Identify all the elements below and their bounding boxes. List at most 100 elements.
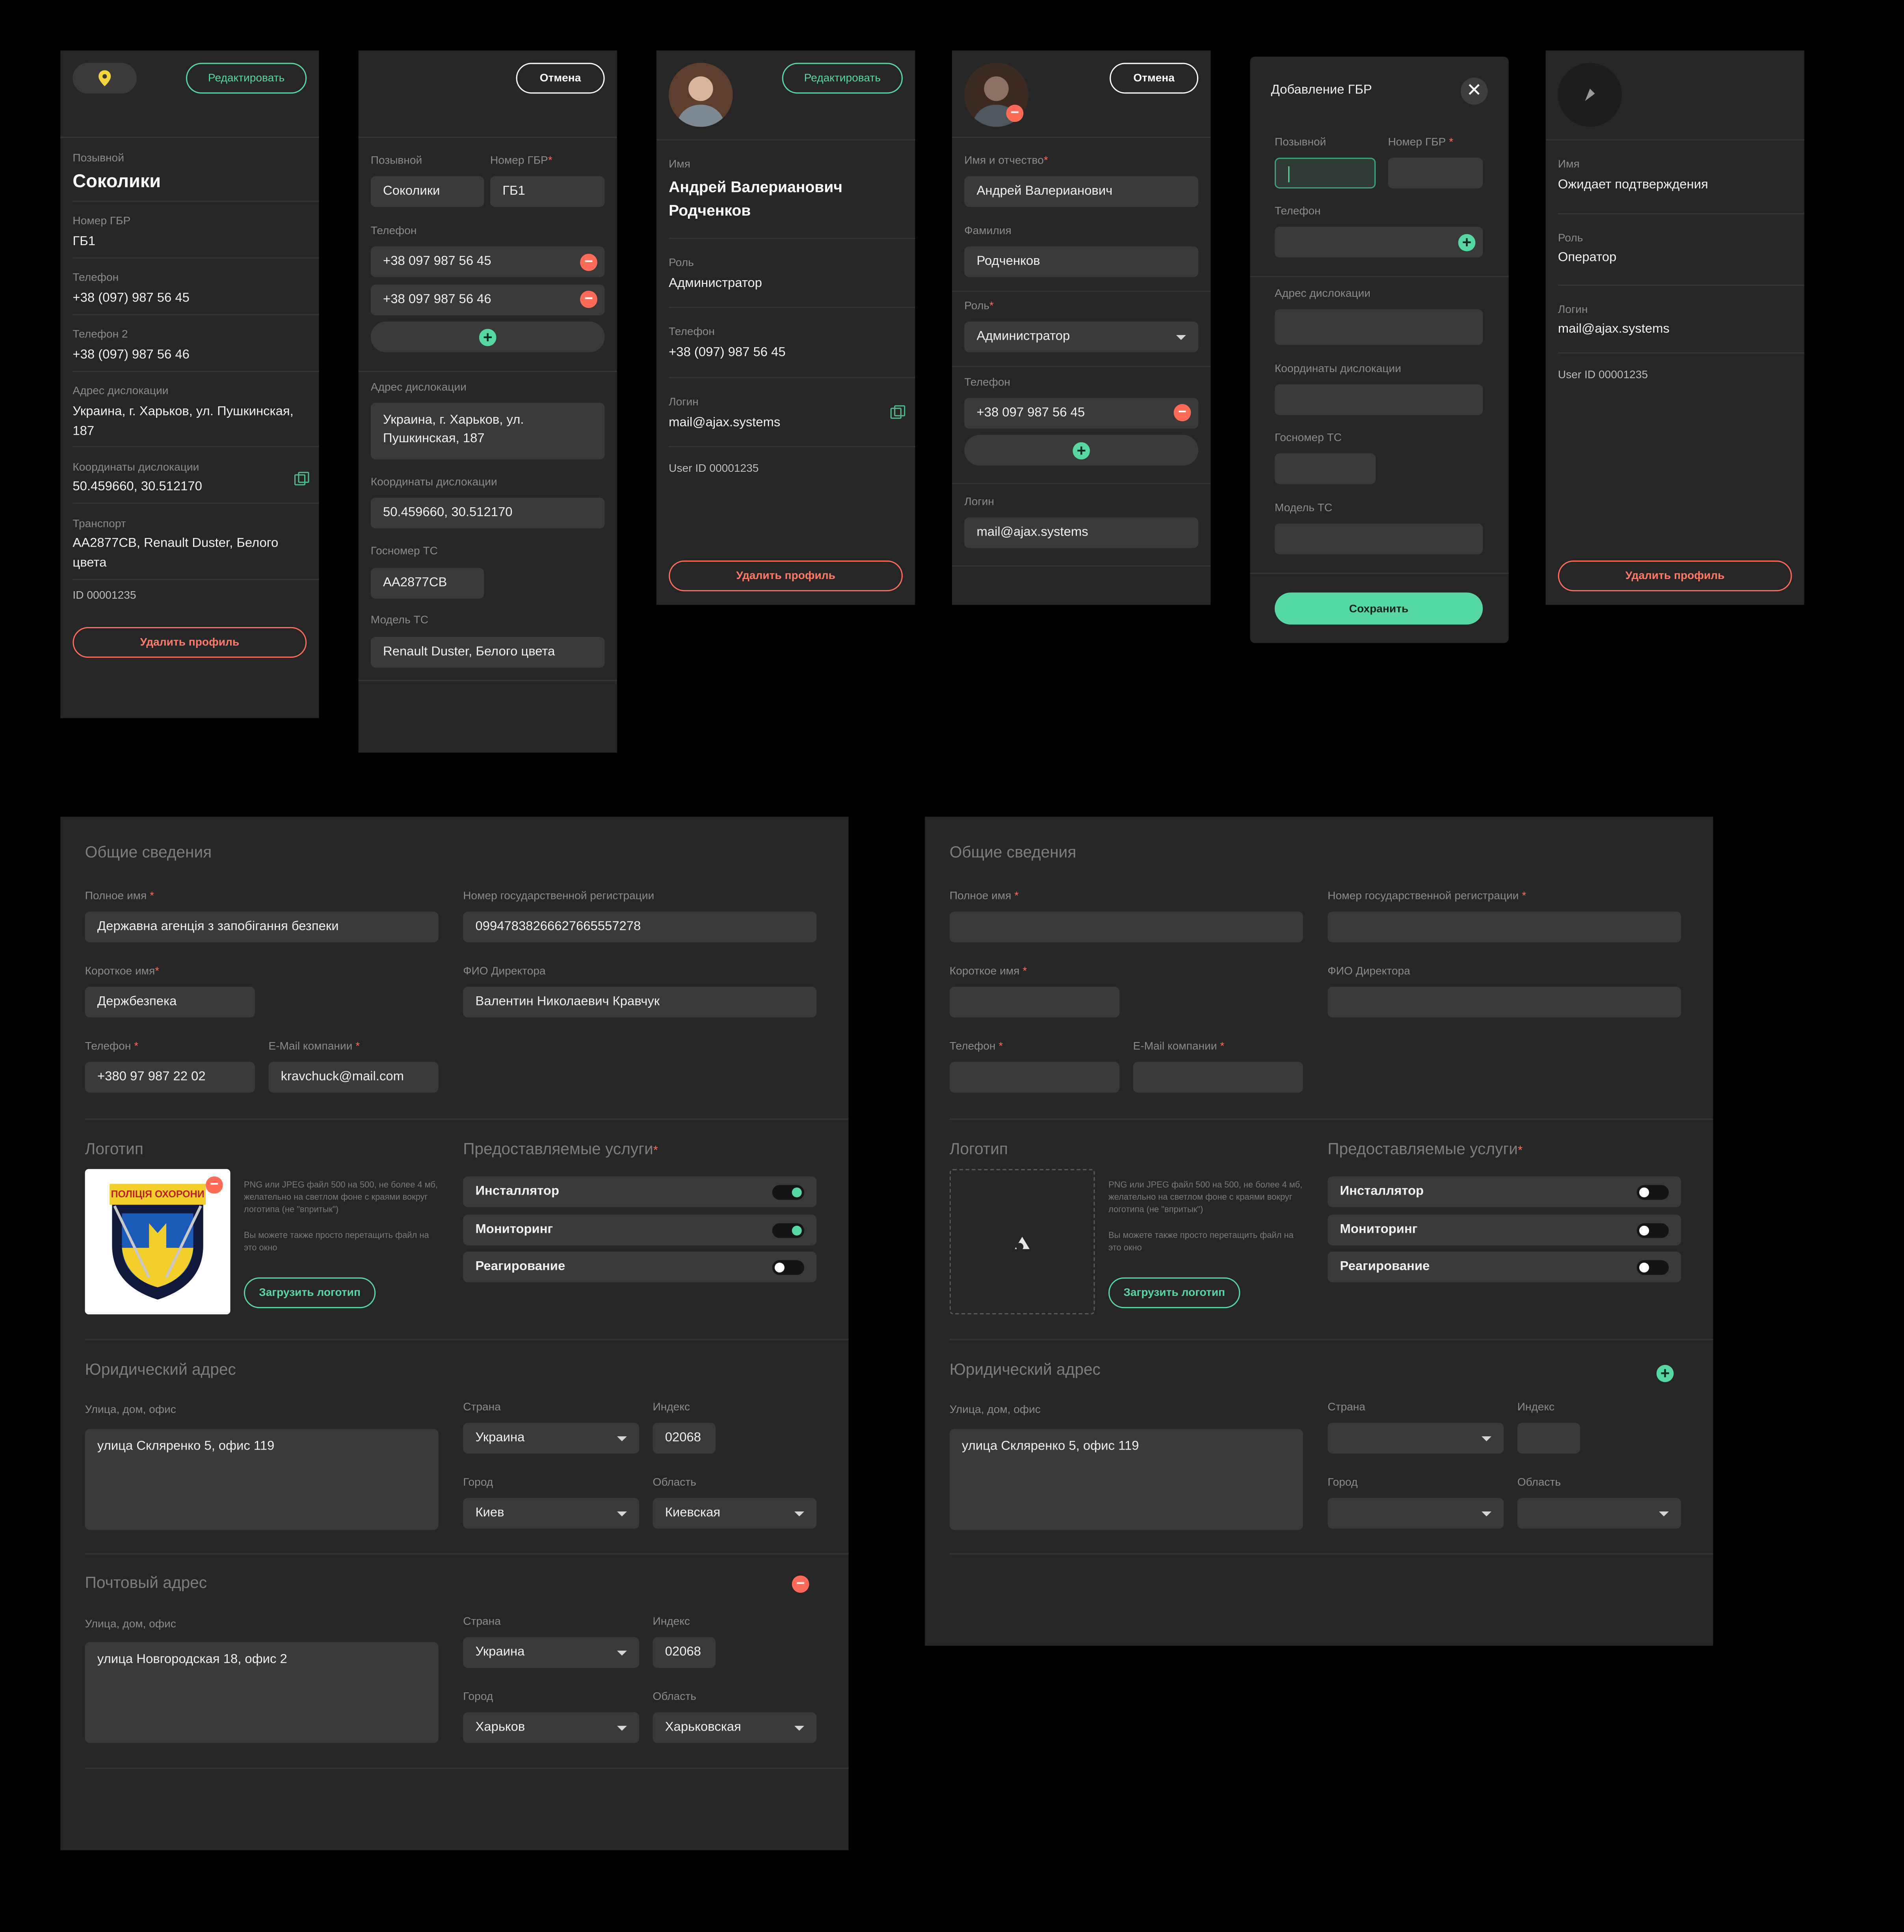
reg-number-input[interactable] — [1328, 911, 1681, 943]
phone-label: Телефон — [73, 271, 119, 283]
director-input[interactable] — [1328, 986, 1681, 1018]
add-phone-icon[interactable]: + — [479, 328, 496, 346]
email-label: E-Mail компании * — [1133, 1039, 1225, 1052]
fullname-input[interactable]: Державна агенція з запобігання безпеки — [85, 911, 439, 943]
legal-region-select[interactable]: Киевская — [653, 1498, 817, 1529]
director-label: ФИО Директора — [1328, 964, 1410, 977]
director-label: ФИО Директора — [463, 964, 546, 977]
edit-button[interactable]: Редактировать — [782, 63, 903, 94]
address-value: Украина, г. Харьков, ул. Пушкинская, 187 — [73, 404, 294, 438]
copy-icon[interactable] — [890, 405, 906, 419]
response-toggle[interactable] — [1636, 1260, 1669, 1275]
legal-city-select[interactable] — [1328, 1498, 1504, 1529]
legal-index-input[interactable] — [1517, 1422, 1580, 1454]
postal-index-input[interactable]: 02068 — [653, 1637, 716, 1668]
monitoring-toggle[interactable] — [772, 1223, 804, 1238]
add-postal-address-icon[interactable]: + — [1656, 1364, 1674, 1382]
postal-street-input[interactable]: улица Новгородская 18, офис 2 — [85, 1642, 439, 1743]
edit-button[interactable]: Редактировать — [186, 63, 307, 94]
service-response[interactable]: Реагирование — [463, 1251, 817, 1282]
address-input[interactable]: Украина, г. Харьков, ул. Пушкинская, 187 — [370, 403, 605, 460]
add-phone-icon[interactable]: + — [1073, 441, 1090, 460]
service-monitoring[interactable]: Мониторинг — [1328, 1214, 1681, 1245]
delete-profile-button[interactable]: Удалить профиль — [1558, 560, 1792, 592]
cancel-button[interactable]: Отмена — [1110, 63, 1199, 94]
email-input[interactable] — [1133, 1062, 1303, 1093]
director-input[interactable]: Валентин Николаевич Кравчук — [463, 986, 817, 1018]
last-name-input[interactable]: Родченков — [964, 246, 1199, 277]
service-installer[interactable]: Инсталлятор — [1328, 1176, 1681, 1207]
remove-logo-icon[interactable]: − — [205, 1176, 223, 1194]
legal-city-select[interactable]: Киев — [463, 1498, 640, 1529]
close-icon[interactable]: ✕ — [1460, 77, 1488, 105]
legal-address-title: Юридический адрес — [85, 1360, 236, 1379]
delete-profile-button[interactable]: Удалить профиль — [669, 560, 903, 592]
logo-dropzone[interactable] — [949, 1169, 1095, 1314]
postal-country-select[interactable]: Украина — [463, 1637, 640, 1668]
legal-region-select[interactable] — [1517, 1498, 1681, 1529]
upload-logo-button[interactable]: Загрузить логотип — [1108, 1277, 1240, 1308]
logo-section-title: Логотип — [949, 1139, 1008, 1158]
remove-avatar-icon[interactable]: − — [1006, 104, 1024, 122]
location-pill[interactable] — [73, 63, 137, 94]
phone-input[interactable]: +38 097 987 56 45 — [964, 398, 1199, 429]
phone-input[interactable]: +380 97 987 22 02 — [85, 1062, 255, 1093]
callsign-input[interactable]: Соколики — [370, 176, 484, 207]
service-response[interactable]: Реагирование — [1328, 1251, 1681, 1282]
address-input[interactable] — [1274, 309, 1483, 345]
gbr-profile-edit: Отмена Позывной Номер ГБР* Соколики ГБ1 … — [358, 50, 617, 753]
legal-street-input[interactable]: улица Скляренко 5, офис 119 — [85, 1429, 439, 1530]
response-toggle[interactable] — [772, 1260, 804, 1275]
short-name-input[interactable]: Держбезпека — [85, 986, 255, 1018]
plate-input[interactable]: AA2877CB — [370, 568, 484, 599]
coords-input[interactable] — [1274, 384, 1483, 415]
service-installer[interactable]: Инсталлятор — [463, 1176, 817, 1207]
name-label: Имя — [1558, 158, 1580, 170]
legal-street-input[interactable]: улица Скляренко 5, офис 119 — [949, 1429, 1303, 1530]
region-label: Область — [653, 1476, 696, 1488]
installer-toggle[interactable] — [772, 1185, 804, 1200]
remove-postal-address-icon[interactable]: − — [792, 1575, 809, 1593]
phone-input[interactable] — [1274, 227, 1483, 258]
gbr-number-label: Номер ГБР * — [1388, 135, 1454, 148]
legal-country-select[interactable]: Украина — [463, 1422, 640, 1454]
callsign-input[interactable] — [1274, 158, 1376, 189]
fullname-input[interactable] — [949, 911, 1303, 943]
copy-icon[interactable] — [294, 472, 309, 486]
first-name-label: Имя и отчество* — [964, 154, 1048, 166]
installer-toggle[interactable] — [1636, 1185, 1669, 1200]
city-label: Город — [463, 1476, 493, 1488]
login-input[interactable]: mail@ajax.systems — [964, 517, 1199, 548]
first-name-input[interactable]: Андрей Валерианович — [964, 176, 1199, 207]
phone-input[interactable] — [949, 1062, 1120, 1093]
short-name-input[interactable] — [949, 986, 1120, 1018]
postal-region-select[interactable]: Харьковская — [653, 1712, 817, 1743]
gbr-number-input[interactable] — [1388, 158, 1483, 189]
save-button[interactable]: Сохранить — [1274, 592, 1483, 625]
legal-index-input[interactable]: 02068 — [653, 1422, 716, 1454]
model-input[interactable]: Renault Duster, Белого цвета — [370, 637, 605, 668]
phone-input-2[interactable]: +38 097 987 56 46 — [370, 284, 605, 316]
remove-phone-icon[interactable]: − — [580, 253, 597, 271]
upload-logo-button[interactable]: Загрузить логотип — [244, 1277, 376, 1308]
monitoring-toggle[interactable] — [1636, 1223, 1669, 1238]
delete-profile-button[interactable]: Удалить профиль — [73, 627, 307, 658]
remove-phone-icon[interactable]: − — [1173, 404, 1191, 421]
email-input[interactable]: kravchuck@mail.com — [268, 1062, 439, 1093]
country-label: Страна — [1328, 1400, 1365, 1413]
add-phone-icon[interactable]: + — [1458, 233, 1476, 251]
role-select[interactable]: Администратор — [964, 321, 1199, 352]
plate-input[interactable] — [1274, 453, 1376, 484]
legal-country-select[interactable] — [1328, 1422, 1504, 1454]
services-section-title: Предоставляемые услуги* — [463, 1139, 658, 1158]
reg-number-input[interactable]: 09947838266627665557278 — [463, 911, 817, 943]
cancel-button[interactable]: Отмена — [516, 63, 605, 94]
model-input[interactable] — [1274, 523, 1483, 555]
postal-city-select[interactable]: Харьков — [463, 1712, 640, 1743]
legal-address-title: Юридический адрес — [949, 1360, 1101, 1379]
phone-input-1[interactable]: +38 097 987 56 45 — [370, 246, 605, 277]
coords-input[interactable]: 50.459660, 30.512170 — [370, 497, 605, 529]
remove-phone-icon[interactable]: − — [580, 290, 597, 308]
gbr-number-input[interactable]: ГБ1 — [490, 176, 605, 207]
service-monitoring[interactable]: Мониторинг — [463, 1214, 817, 1245]
